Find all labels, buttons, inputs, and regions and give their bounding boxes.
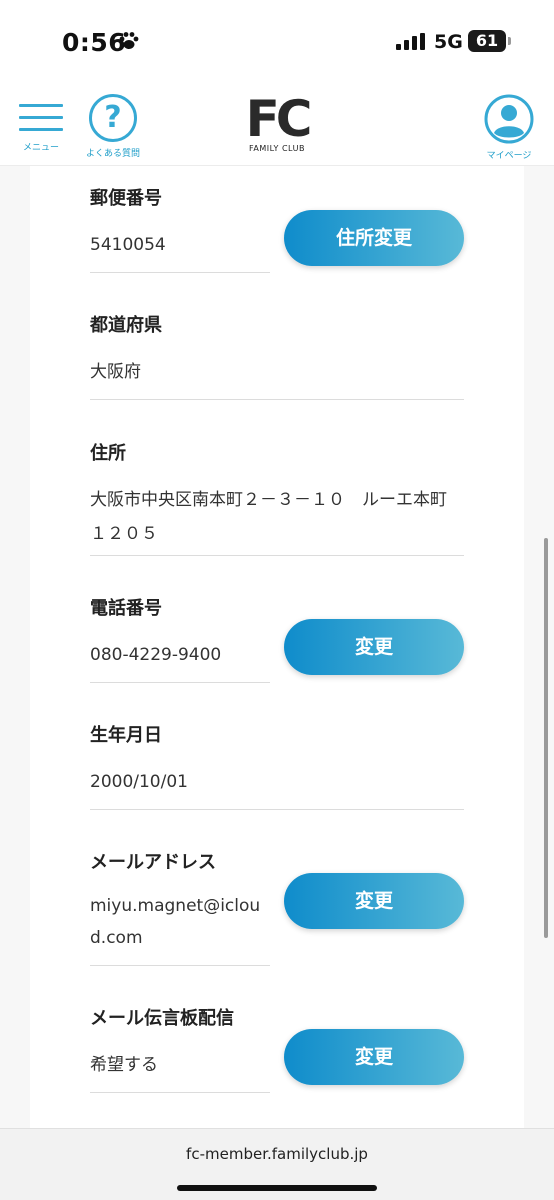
email-label: メールアドレス bbox=[90, 852, 216, 873]
email-change-button[interactable]: 変更 bbox=[284, 873, 464, 929]
phone-label: 電話番号 bbox=[90, 598, 162, 619]
divider bbox=[90, 555, 464, 556]
menu-button[interactable]: メニュー bbox=[16, 92, 66, 153]
prefecture-value: 大阪府 bbox=[90, 362, 141, 382]
url-text[interactable]: fc-member.familyclub.jp bbox=[0, 1145, 554, 1163]
divider bbox=[90, 1092, 270, 1093]
prefecture-label: 都道府県 bbox=[90, 315, 162, 336]
battery-icon: 61 bbox=[468, 30, 506, 52]
faq-label: よくある質問 bbox=[85, 149, 140, 159]
scrollbar[interactable] bbox=[544, 538, 548, 938]
phone-value: 080-4229-9400 bbox=[90, 645, 222, 665]
postal-field: 郵便番号 5410054 bbox=[90, 184, 166, 260]
email-field: メールアドレス miyu.magnet@icloud.com bbox=[90, 848, 270, 954]
battery-cap bbox=[508, 37, 511, 45]
divider bbox=[90, 965, 270, 966]
user-avatar-icon bbox=[484, 94, 534, 144]
birthdate-value: 2000/10/01 bbox=[90, 772, 188, 792]
site-header: メニュー ? よくある質問 FC FAMILY CLUB マイページ bbox=[0, 84, 554, 166]
divider bbox=[90, 682, 270, 683]
logo-mark: FC bbox=[245, 90, 313, 148]
network-type: 5G bbox=[434, 31, 463, 53]
address-value: 大阪市中央区南本町２－３－１０ ルーエ本町 １２０５ bbox=[90, 490, 464, 544]
content-area: 郵便番号 5410054 住所変更 都道府県 大阪府 住所 大阪市中央区南本町２… bbox=[0, 166, 554, 1128]
mail-board-label: メール伝言板配信 bbox=[90, 1008, 234, 1029]
menu-label: メニュー bbox=[22, 143, 59, 153]
phone-field: 電話番号 080-4229-9400 bbox=[90, 594, 221, 670]
status-bar: 0:56 5G 61 bbox=[0, 0, 554, 84]
prefecture-field: 都道府県 大阪府 bbox=[90, 311, 162, 387]
browser-url-bar[interactable]: fc-member.familyclub.jp bbox=[0, 1128, 554, 1200]
email-value: miyu.magnet@icloud.com bbox=[90, 896, 261, 948]
faq-button[interactable]: ? よくある質問 bbox=[80, 92, 146, 159]
address-label: 住所 bbox=[90, 443, 126, 464]
address-field: 住所 大阪市中央区南本町２－３－１０ ルーエ本町 １２０５ bbox=[90, 439, 464, 551]
paw-icon bbox=[118, 30, 140, 56]
status-time: 0:56 bbox=[62, 28, 127, 57]
address-change-button[interactable]: 住所変更 bbox=[284, 210, 464, 266]
birthdate-field: 生年月日 2000/10/01 bbox=[90, 721, 188, 797]
birthdate-label: 生年月日 bbox=[90, 725, 162, 746]
divider bbox=[90, 809, 464, 810]
phone-change-button[interactable]: 変更 bbox=[284, 619, 464, 675]
divider bbox=[90, 399, 464, 400]
divider bbox=[90, 272, 270, 273]
profile-card: 郵便番号 5410054 住所変更 都道府県 大阪府 住所 大阪市中央区南本町２… bbox=[30, 166, 524, 1128]
mail-board-change-button[interactable]: 変更 bbox=[284, 1029, 464, 1085]
mail-board-value: 希望する bbox=[90, 1055, 158, 1075]
page: 0:56 5G 61 メニュー ? よくある質問 FC FAMILY CLUB … bbox=[0, 0, 554, 1200]
hamburger-icon bbox=[19, 104, 63, 131]
mypage-button[interactable]: マイページ bbox=[478, 92, 540, 161]
postal-value: 5410054 bbox=[90, 235, 166, 255]
mail-board-field: メール伝言板配信 希望する bbox=[90, 1004, 234, 1080]
question-icon: ? bbox=[89, 94, 137, 142]
postal-label: 郵便番号 bbox=[90, 188, 162, 209]
family-club-logo[interactable]: FC FAMILY CLUB bbox=[232, 90, 322, 153]
mypage-label: マイページ bbox=[486, 151, 532, 161]
signal-bars-icon bbox=[396, 33, 426, 54]
home-indicator[interactable] bbox=[177, 1185, 377, 1191]
